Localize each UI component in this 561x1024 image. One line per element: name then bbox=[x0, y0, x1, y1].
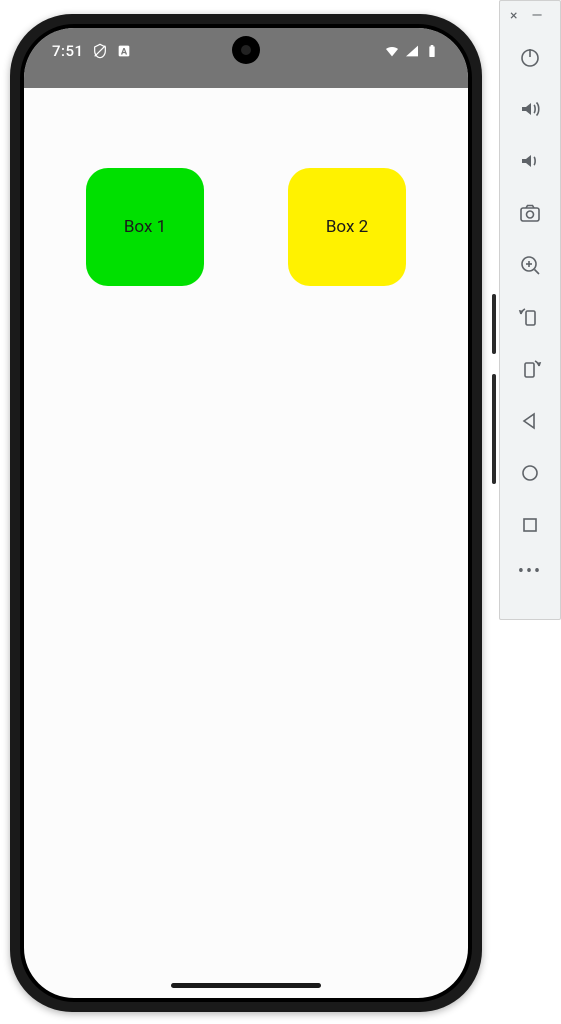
signal-icon bbox=[404, 43, 420, 59]
status-bar-left: 7:51 A bbox=[52, 42, 132, 60]
more-button[interactable]: ••• bbox=[518, 561, 542, 582]
phone-side-button bbox=[492, 294, 496, 354]
volume-up-button[interactable] bbox=[508, 87, 552, 131]
volume-down-button[interactable] bbox=[508, 139, 552, 183]
phone-side-button bbox=[492, 374, 496, 484]
no-sim-icon bbox=[92, 43, 108, 59]
wifi-icon bbox=[384, 43, 400, 59]
battery-icon bbox=[424, 43, 440, 59]
svg-text:A: A bbox=[120, 46, 127, 57]
box-1[interactable]: Box 1 bbox=[86, 168, 204, 286]
emulator-toolbar: × — ••• bbox=[499, 0, 561, 620]
camera-notch bbox=[232, 36, 260, 64]
phone-frame: 7:51 A Box 1 Box 2 bbox=[10, 14, 482, 1012]
status-bar-right bbox=[384, 43, 440, 59]
alert-icon: A bbox=[116, 43, 132, 59]
overview-button[interactable] bbox=[508, 503, 552, 547]
status-time: 7:51 bbox=[52, 42, 84, 60]
status-bar: 7:51 A bbox=[24, 28, 468, 88]
box-label: Box 1 bbox=[124, 217, 166, 237]
zoom-in-button[interactable] bbox=[508, 243, 552, 287]
rotate-right-button[interactable] bbox=[508, 347, 552, 391]
home-button[interactable] bbox=[508, 451, 552, 495]
back-button[interactable] bbox=[508, 399, 552, 443]
screenshot-button[interactable] bbox=[508, 191, 552, 235]
phone-screen[interactable]: 7:51 A Box 1 Box 2 bbox=[24, 28, 468, 998]
app-content: Box 1 Box 2 bbox=[24, 88, 468, 366]
box-label: Box 2 bbox=[326, 217, 368, 237]
power-button[interactable] bbox=[508, 35, 552, 79]
home-indicator[interactable] bbox=[171, 983, 321, 988]
window-minimize-button[interactable]: — bbox=[531, 9, 542, 23]
box-2[interactable]: Box 2 bbox=[288, 168, 406, 286]
phone-bezel: 7:51 A Box 1 Box 2 bbox=[20, 24, 472, 1002]
rotate-left-button[interactable] bbox=[508, 295, 552, 339]
window-close-button[interactable]: × bbox=[510, 9, 517, 23]
